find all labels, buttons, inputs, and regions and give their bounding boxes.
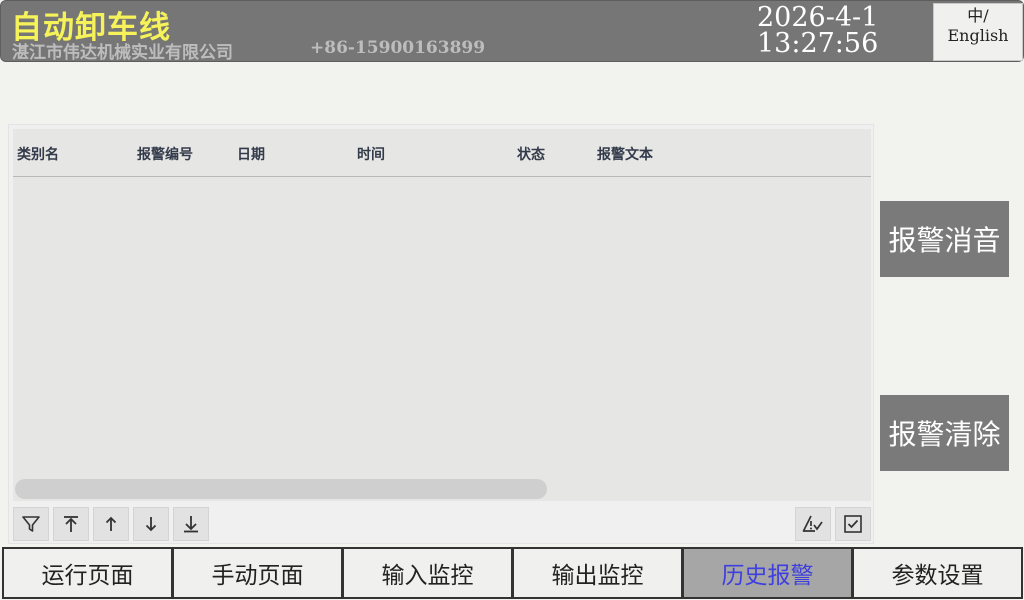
horizontal-scrollbar[interactable] (15, 479, 547, 499)
column-header-time[interactable]: 时间 (357, 144, 385, 164)
language-label-english: English (947, 26, 1009, 45)
scroll-down-button[interactable] (133, 507, 169, 541)
alarm-clear-button[interactable]: 报警清除 (880, 395, 1009, 471)
filter-button[interactable] (13, 507, 49, 541)
scroll-bottom-button[interactable] (173, 507, 209, 541)
scroll-bottom-icon (184, 516, 198, 533)
nav-input-monitor[interactable]: 输入监控 (342, 547, 513, 599)
current-time: 13:27:56 (757, 28, 879, 59)
table-header: 类别名 报警编号 日期 时间 状态 报警文本 (13, 129, 871, 177)
nav-manual-page[interactable]: 手动页面 (172, 547, 343, 599)
phone-number: +86-15900163899 (310, 38, 486, 58)
alarm-table: 类别名 报警编号 日期 时间 状态 报警文本 (13, 129, 871, 501)
arrow-down-icon (145, 517, 157, 532)
nav-parameter-settings[interactable]: 参数设置 (852, 547, 1023, 599)
nav-alarm-history[interactable]: 历史报警 (682, 547, 853, 599)
company-name: 湛江市伟达机械实业有限公司 (12, 43, 233, 63)
nav-output-monitor[interactable]: 输出监控 (512, 547, 683, 599)
language-label-chinese: 中/ (967, 6, 989, 25)
column-header-date[interactable]: 日期 (237, 144, 265, 164)
column-header-category[interactable]: 类别名 (17, 144, 59, 164)
alarm-history-panel: 类别名 报警编号 日期 时间 状态 报警文本 (8, 124, 874, 544)
nav-run-page[interactable]: 运行页面 (2, 547, 173, 599)
column-header-alarm-number[interactable]: 报警编号 (137, 144, 193, 164)
scroll-up-button[interactable] (93, 507, 129, 541)
arrow-up-icon (105, 516, 117, 531)
confirm-button[interactable] (835, 507, 871, 541)
alarm-silence-button[interactable]: 报警消音 (880, 201, 1009, 277)
scroll-top-button[interactable] (53, 507, 89, 541)
column-header-alarm-text[interactable]: 报警文本 (597, 144, 653, 164)
column-header-status[interactable]: 状态 (517, 144, 545, 164)
filter-icon (22, 516, 40, 532)
acknowledge-alarm-button[interactable] (795, 507, 831, 541)
language-toggle-button[interactable]: 中/ English (933, 3, 1023, 61)
acknowledge-alarm-icon (802, 515, 823, 532)
scroll-top-icon (64, 516, 78, 532)
header-bar: 自动卸车线 湛江市伟达机械实业有限公司 +86-15900163899 2026… (0, 0, 1024, 63)
checkbox-icon (844, 515, 862, 533)
